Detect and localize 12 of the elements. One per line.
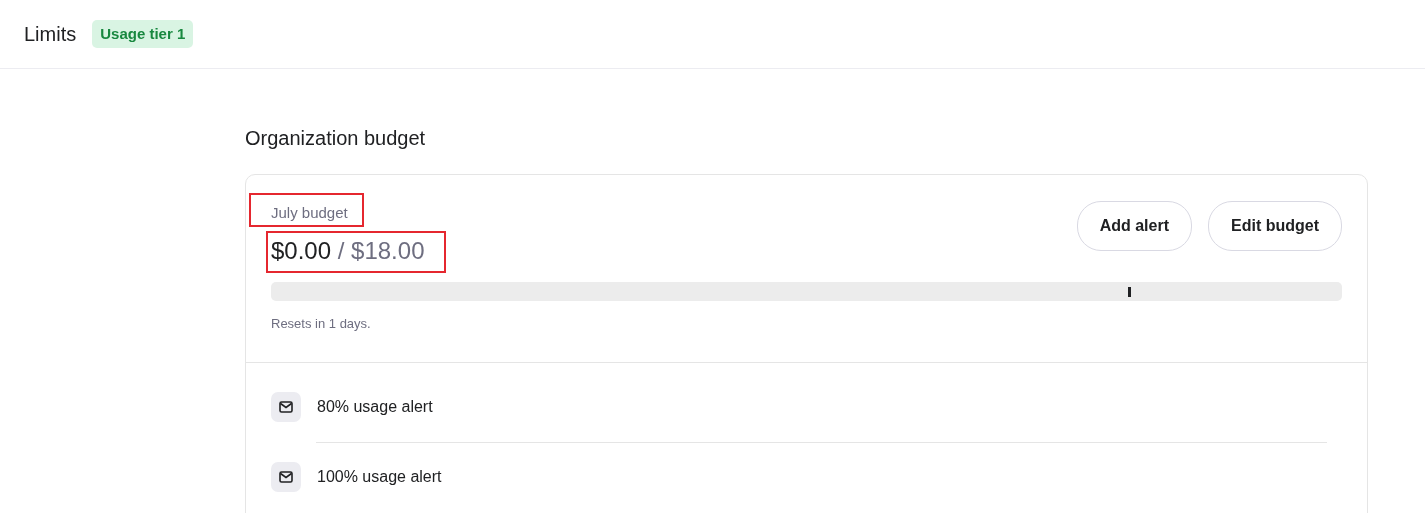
budget-action-button[interactable]: Add alert [1076,201,1192,251]
budget-action-button[interactable]: Edit budget [1208,201,1342,251]
budget-label: July budget [271,204,348,221]
reset-note: Resets in 1 days. [271,315,372,333]
page-title: Limits [24,22,77,47]
mail-icon [279,471,293,483]
alert-label: 100% usage alert [317,467,442,487]
tier-badge: Usage tier 1 [92,19,194,49]
budget-amount: $0.00 / $18.00 [271,237,425,264]
alert-label: 80% usage alert [317,397,433,417]
mail-icon [279,401,293,413]
section-title: Organization budget [245,126,427,150]
